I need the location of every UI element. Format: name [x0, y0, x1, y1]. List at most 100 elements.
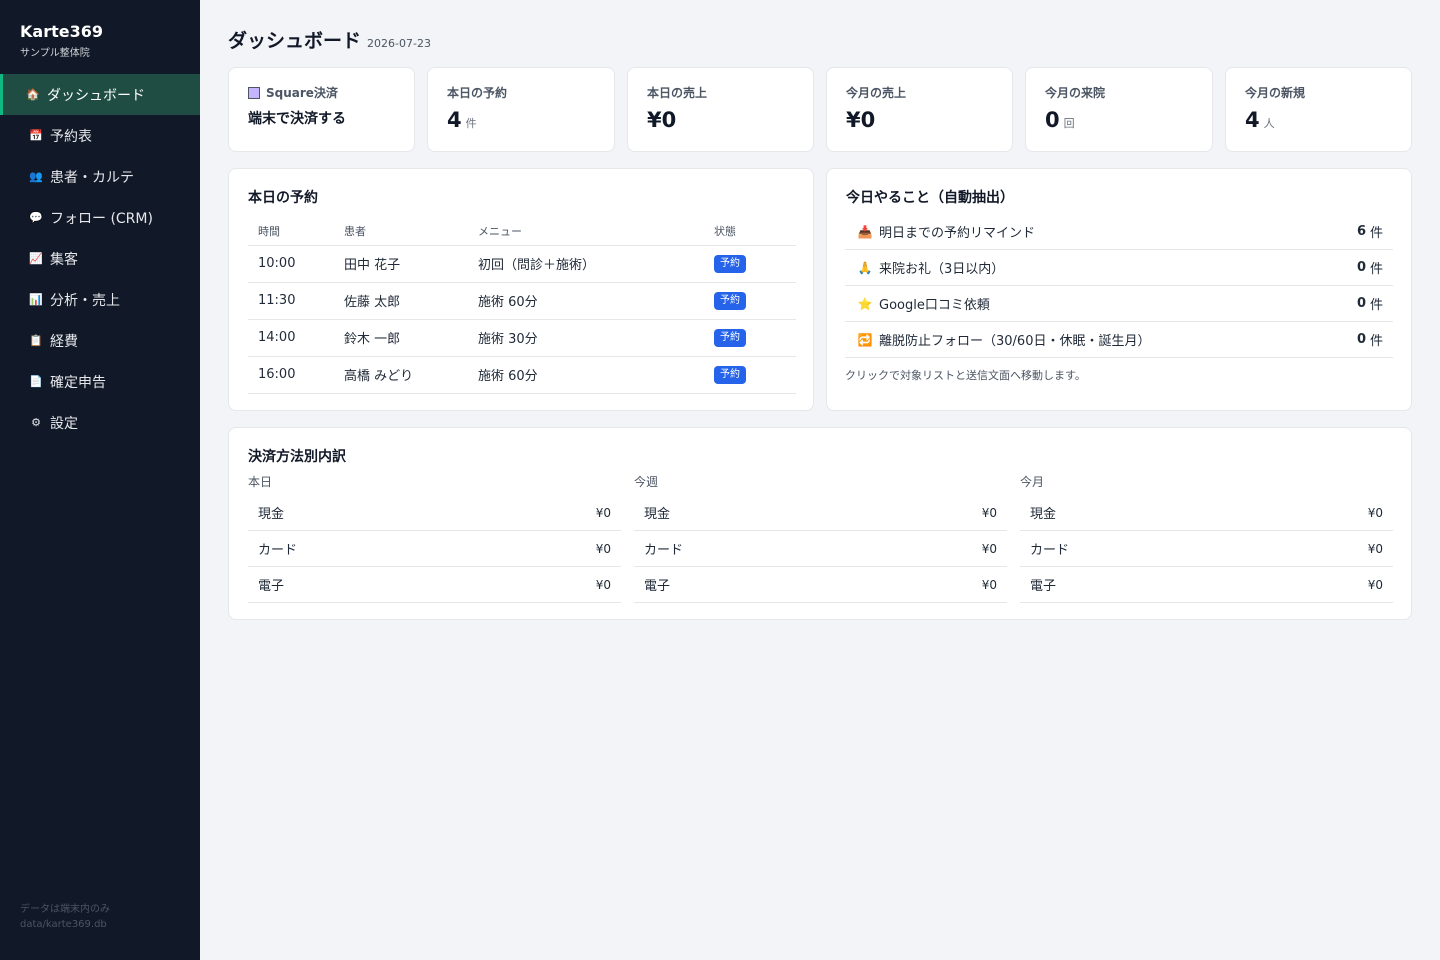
- sidebar-item-label: 患者・カルテ: [50, 169, 134, 186]
- todo-item-thanks[interactable]: 🙏 来院お礼（3日以内） 0件: [845, 250, 1393, 286]
- card-title: 決済方法別内訳: [248, 449, 346, 465]
- sidebar-item-label: 集客: [50, 251, 78, 268]
- payment-amount: ¥0: [1367, 505, 1383, 520]
- todo-item-reminder[interactable]: 📥 明日までの予約リマインド 6件: [845, 214, 1393, 250]
- cell-time: 10:00: [248, 245, 334, 283]
- payment-amount: ¥0: [595, 541, 611, 556]
- todo-label: Google口コミ依頼: [879, 298, 990, 313]
- todo-label: 来院お礼（3日以内）: [879, 262, 1005, 277]
- todo-hint: クリックで対象リストと送信文面へ移動します。: [845, 369, 1086, 382]
- stat-number: 4: [447, 108, 462, 132]
- stat-number: 0: [1045, 108, 1060, 132]
- payment-amount: ¥0: [1367, 577, 1383, 592]
- cell-status: 予約: [704, 245, 796, 283]
- cell-status: 予約: [704, 282, 796, 320]
- sidebar-item-crm[interactable]: 💬 フォロー (CRM): [0, 197, 200, 238]
- todo-count: 0: [1356, 296, 1366, 311]
- payment-method: 現金: [1030, 507, 1057, 522]
- speech-bubble-icon: 💬: [29, 211, 43, 224]
- sidebar-item-schedule[interactable]: 📅 予約表: [0, 115, 200, 156]
- sidebar-item-analytics[interactable]: 📊 分析・売上: [0, 279, 200, 320]
- column-header-time: 時間: [248, 217, 334, 246]
- todo-count: 6: [1356, 224, 1366, 239]
- table-row[interactable]: 11:30 佐藤 太郎 施術 60分 予約: [248, 282, 796, 320]
- card-title: 今日やること（自動抽出）: [846, 190, 1014, 206]
- sidebar-item-label: 経費: [50, 333, 78, 350]
- sidebar-item-patients[interactable]: 👥 患者・カルテ: [0, 156, 200, 197]
- star-icon: ⭐: [857, 296, 873, 311]
- table-row[interactable]: 10:00 田中 花子 初回（問診＋施術） 予約: [248, 245, 796, 283]
- payment-row: 現金 ¥0: [248, 495, 621, 531]
- payment-method: 電子: [258, 579, 285, 594]
- stat-card-today-sales: 本日の売上 ¥0: [627, 67, 814, 152]
- todo-label: 明日までの予約リマインド: [879, 226, 1036, 241]
- todo-count: 0: [1356, 260, 1366, 275]
- table-row[interactable]: 16:00 高橋 みどり 施術 60分 予約: [248, 356, 796, 394]
- cell-patient: 佐藤 太郎: [334, 282, 468, 320]
- cell-time: 16:00: [248, 356, 334, 394]
- payment-row: カード ¥0: [1020, 531, 1393, 567]
- app-name: Karte369: [20, 22, 103, 41]
- receipt-icon: 📋: [29, 334, 43, 347]
- payment-method: カード: [1030, 543, 1070, 558]
- todo-unit: 件: [1369, 334, 1383, 349]
- cell-patient: 田中 花子: [334, 245, 468, 283]
- stat-number: ¥0: [647, 108, 677, 132]
- document-icon: 📄: [29, 375, 43, 388]
- inbox-tray-icon: 📥: [857, 224, 873, 239]
- calendar-icon: 📅: [29, 129, 43, 142]
- todo-unit: 件: [1369, 262, 1383, 277]
- todo-list: 📥 明日までの予約リマインド 6件 🙏 来院お礼（3日以内） 0件 ⭐ Goog…: [845, 214, 1393, 358]
- square-terminal-icon: [248, 86, 260, 99]
- stat-value: ¥0: [647, 108, 680, 132]
- page-date: 2026-07-23: [367, 37, 431, 50]
- today-reservations-card: 本日の予約 時間 患者 メニュー 状態 10:00 田中 花子 初回（問診＋施術…: [228, 168, 814, 411]
- sidebar-item-settings[interactable]: ⚙ 設定: [0, 402, 200, 443]
- todo-card: 今日やること（自動抽出） 📥 明日までの予約リマインド 6件 🙏 来院お礼（3日…: [826, 168, 1412, 411]
- clinic-name: サンプル整体院: [20, 48, 90, 59]
- table-row[interactable]: 14:00 鈴木 一郎 施術 30分 予約: [248, 319, 796, 357]
- square-pay-button[interactable]: 端末で決済する: [248, 108, 346, 128]
- sidebar-item-label: 設定: [50, 415, 78, 432]
- sidebar-item-tax[interactable]: 📄 確定申告: [0, 361, 200, 402]
- house-icon: 🏠: [26, 88, 40, 101]
- square-card[interactable]: Square決済 端末で決済する: [228, 67, 415, 152]
- cell-menu: 初回（問診＋施術）: [468, 245, 704, 283]
- chart-up-icon: 📈: [29, 252, 43, 265]
- payment-row: カード ¥0: [248, 531, 621, 567]
- stat-card-month-visits: 今月の来院 0回: [1025, 67, 1213, 152]
- sidebar-item-label: 確定申告: [50, 374, 106, 391]
- payment-amount: ¥0: [981, 541, 997, 556]
- payment-method: 電子: [644, 579, 671, 594]
- todo-item-review[interactable]: ⭐ Google口コミ依頼 0件: [845, 286, 1393, 322]
- sidebar-item-expenses[interactable]: 📋 経費: [0, 320, 200, 361]
- square-label-text: Square決済: [266, 86, 338, 100]
- stat-label: 本日の売上: [647, 86, 708, 100]
- sidebar-item-label: 分析・売上: [50, 292, 120, 309]
- repeat-icon: 🔁: [857, 332, 873, 347]
- stat-label: 今月の来院: [1045, 86, 1106, 100]
- square-label: Square決済: [248, 84, 338, 101]
- todo-unit: 件: [1369, 226, 1383, 241]
- cell-time: 14:00: [248, 319, 334, 357]
- todo-label: 離脱防止フォロー（30/60日・休眠・誕生月）: [879, 334, 1151, 349]
- payment-column-month: 今月 現金 ¥0 カード ¥0 電子 ¥0: [1020, 473, 1393, 603]
- todo-item-retention[interactable]: 🔁 離脱防止フォロー（30/60日・休眠・誕生月） 0件: [845, 322, 1393, 358]
- stat-value: 0回: [1045, 108, 1075, 132]
- todo-count: 0: [1356, 332, 1366, 347]
- period-label: 今週: [634, 475, 659, 489]
- sidebar-item-label: ダッシュボード: [47, 87, 145, 104]
- sidebar-item-marketing[interactable]: 📈 集客: [0, 238, 200, 279]
- sidebar-nav: 🏠 ダッシュボード 📅 予約表 👥 患者・カルテ 💬 フォロー (CRM) 📈 集客 📊 分…: [0, 74, 200, 443]
- stat-value: 4件: [447, 108, 477, 132]
- sidebar-item-label: フォロー (CRM): [50, 210, 153, 227]
- cell-status: 予約: [704, 319, 796, 357]
- payment-row: 現金 ¥0: [634, 495, 1007, 531]
- payment-amount: ¥0: [595, 577, 611, 592]
- column-header-menu: メニュー: [468, 217, 704, 246]
- todo-unit: 件: [1369, 298, 1383, 313]
- column-header-patient: 患者: [334, 217, 468, 246]
- bar-chart-icon: 📊: [29, 293, 43, 306]
- sidebar-item-dashboard[interactable]: 🏠 ダッシュボード: [0, 74, 200, 115]
- sidebar: Karte369 サンプル整体院 🏠 ダッシュボード 📅 予約表 👥 患者・カルテ 💬…: [0, 0, 200, 960]
